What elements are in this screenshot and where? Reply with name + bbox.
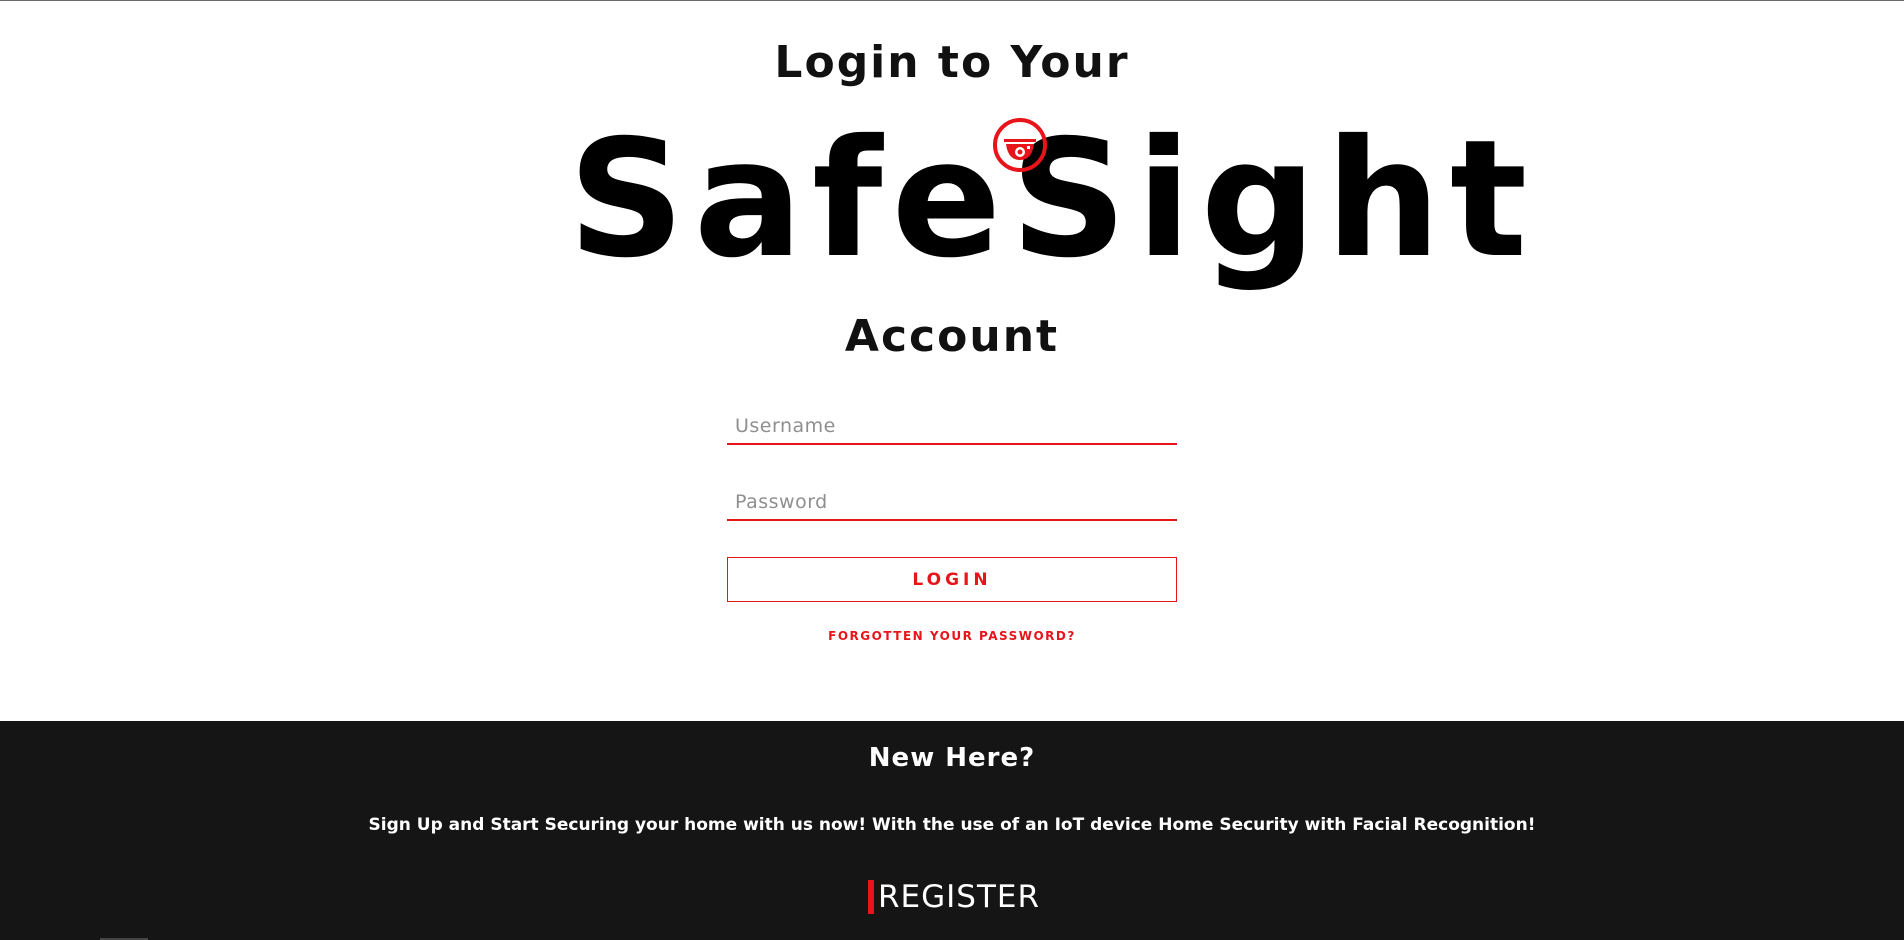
username-input[interactable] [727,409,1177,445]
login-page: Login to Your SafeSight Account LOGIN FO… [0,0,1904,940]
safesight-logo: SafeSight [560,109,1527,309]
security-camera-icon [993,118,1047,172]
register-accent-bar [868,880,874,914]
signup-section: New Here? Sign Up and Start Securing you… [0,721,1904,940]
login-heading-top: Login to Your [774,37,1130,88]
forgot-password-link[interactable]: FORGOTTEN YOUR PASSWORD? [0,629,1904,643]
brand-wordmark: SafeSight [568,106,1537,294]
login-section: Login to Your SafeSight Account LOGIN FO… [0,1,1904,721]
login-button[interactable]: LOGIN [727,557,1177,602]
login-heading-bottom: Account [844,311,1060,362]
register-button[interactable]: REGISTER [868,879,1040,915]
signup-heading: New Here? [868,743,1036,773]
signup-description: Sign Up and Start Securing your home wit… [368,815,1536,835]
password-input[interactable] [727,485,1177,521]
register-label: REGISTER [878,879,1041,915]
